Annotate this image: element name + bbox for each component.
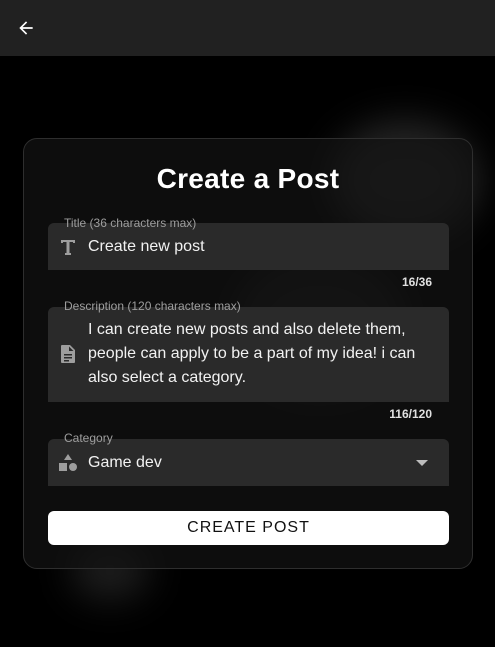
create-post-card: Create a Post Title (36 characters max) … — [23, 138, 473, 569]
title-char-counter: 16/36 — [401, 275, 432, 289]
title-input[interactable]: Create new post — [88, 235, 205, 259]
back-button[interactable] — [0, 0, 52, 56]
description-char-counter: 116/120 — [389, 407, 432, 421]
app-bar — [0, 0, 495, 56]
title-field[interactable]: Title (36 characters max) Create new pos… — [48, 216, 449, 270]
title-field-label: Title (36 characters max) — [64, 216, 197, 230]
arrow-left-icon — [19, 21, 33, 35]
category-select[interactable]: Category Game dev — [48, 431, 449, 486]
page-title: Create a Post — [156, 163, 340, 194]
create-post-button[interactable]: CREATE POST — [48, 511, 449, 545]
description-input[interactable]: I can create new posts and also delete t… — [88, 318, 433, 390]
text-title-icon — [61, 240, 75, 255]
shapes-icon — [59, 454, 77, 471]
description-field-label: Description (120 characters max) — [64, 299, 241, 313]
document-icon — [61, 345, 75, 363]
category-value: Game dev — [88, 454, 162, 471]
description-field[interactable]: Description (120 characters max) I can c… — [48, 299, 449, 402]
category-field-label: Category — [64, 431, 113, 445]
chevron-down-icon[interactable] — [415, 459, 429, 467]
